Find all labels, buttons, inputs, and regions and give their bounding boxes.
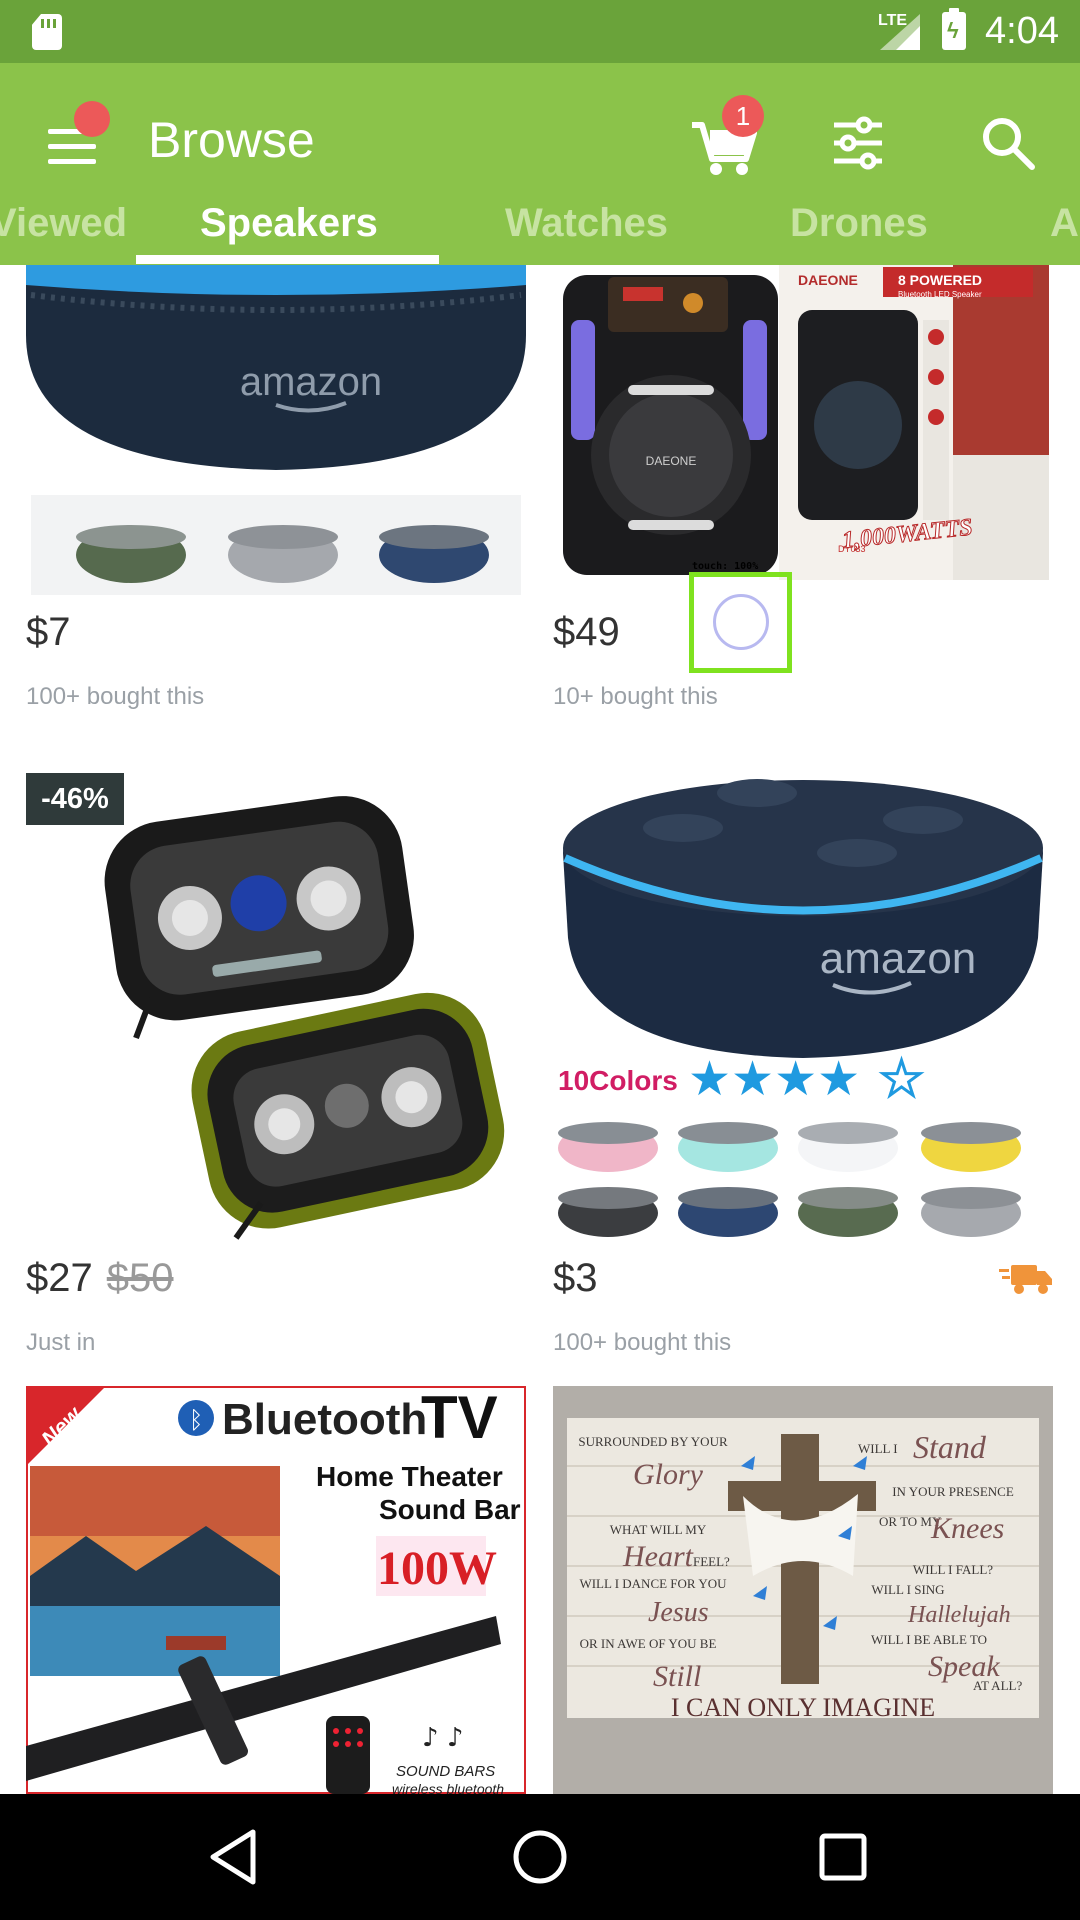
price-current: $7 (26, 610, 71, 654)
search-icon (983, 118, 1035, 170)
echo-brand: amazon (820, 934, 977, 983)
network-type: LTE (878, 12, 908, 29)
bluetooth-label: Bluetooth (222, 1395, 427, 1444)
price-original: $50 (106, 1256, 174, 1300)
svg-text:ᛒ: ᛒ (189, 1406, 203, 1434)
power-label: 100W (377, 1542, 497, 1595)
category-tabs: Viewed Speakers Watches Drones A (0, 183, 1080, 265)
canvas-l2: Glory (633, 1458, 704, 1491)
box-brand: DAEONE (798, 272, 858, 288)
product-card[interactable]: amazon 10Colors ★★★★ ★ $3 100+ bought th… (553, 773, 1053, 1363)
product-meta: Just in (26, 1329, 96, 1356)
canvas-r7: WILL I SING (871, 1582, 944, 1597)
canvas-r9: WILL I BE ABLE TO (871, 1632, 987, 1647)
truck-icon (999, 1265, 1052, 1294)
tab-viewed[interactable]: Viewed (0, 201, 127, 246)
touch-indicator-circle (713, 594, 769, 650)
product-price: $3 (553, 1256, 598, 1301)
status-bar: LTE ϟ 4:04 (0, 0, 1080, 63)
canvas-l3: WHAT WILL MY (610, 1522, 707, 1537)
sound-bar-label: Sound Bar (379, 1494, 521, 1525)
canvas-r6: WILL I FALL? (913, 1562, 993, 1577)
svg-text:★★★★: ★★★★ (688, 1051, 860, 1107)
touch-indicator-label: touch: 100% (692, 561, 759, 572)
discount-badge: -46% (26, 773, 124, 825)
canvas-r8: Hallelujah (907, 1602, 1011, 1628)
canvas-l9: Still (653, 1660, 701, 1693)
filter-icon (834, 116, 882, 170)
system-nav-bar (0, 1794, 1080, 1920)
product-meta: 100+ bought this (553, 1329, 732, 1356)
canvas-r2: Stand (913, 1429, 987, 1465)
echo-dot-colors-image: amazon 10Colors ★★★★ ★ (553, 773, 1053, 1253)
speaker-brand: DAEONE (646, 454, 697, 468)
sound-bars-label: SOUND BARS (396, 1763, 495, 1780)
canvas-l1: SURROUNDED BY YOUR (578, 1434, 728, 1449)
svg-text:★: ★ (880, 1051, 923, 1107)
product-card[interactable]: -46% $27 $50 Just in (26, 773, 526, 1363)
cart-count-badge: 1 (722, 95, 764, 137)
product-price: $7 (26, 610, 71, 655)
notification-dot (74, 101, 110, 137)
product-meta: 10+ bought this (553, 683, 718, 710)
product-price: $49 (553, 610, 620, 655)
active-tab-indicator (136, 255, 439, 264)
page-title: Browse (148, 112, 315, 168)
wireless-label: wireless bluetooth (392, 1781, 504, 1794)
canvas-r1: WILL I (858, 1441, 898, 1456)
svg-text:♪ ♪: ♪ ♪ (422, 1723, 463, 1753)
canvas-r11: AT ALL? (973, 1678, 1022, 1693)
party-speaker-image: DAEONE DAEONE 8 POWERED Bluetooth LED Sp… (553, 265, 1053, 595)
menu-icon-bar (48, 144, 96, 149)
home-icon[interactable] (507, 1824, 573, 1890)
canvas-l4: Heart (622, 1540, 694, 1573)
canvas-bottom: I CAN ONLY IMAGINE (671, 1693, 935, 1722)
faith-canvas-image: SURROUNDED BY YOUR Glory WHAT WILL MY He… (553, 1386, 1053, 1794)
tab-drones[interactable]: Drones (790, 201, 928, 246)
product-meta: 100+ bought this (26, 683, 205, 710)
product-card[interactable]: amazon $7 100+ bought this (26, 265, 526, 725)
tv-label: TV (421, 1386, 498, 1451)
back-icon[interactable] (203, 1824, 269, 1890)
screen: LTE ϟ 4:04 Browse 1 Viewed Speakers Watc… (0, 0, 1080, 1920)
canvas-l7: Jesus (648, 1597, 709, 1628)
battery-charging-icon: ϟ (942, 8, 966, 50)
app-toolbar: Browse 1 Viewed Speakers Watches Drones … (0, 63, 1080, 265)
portable-speakers-image (26, 773, 526, 1253)
canvas-l5: FEEL? (693, 1554, 730, 1569)
filter-button[interactable] (830, 113, 886, 173)
box-badge: 8 POWERED (898, 272, 982, 288)
price-current: $49 (553, 610, 620, 654)
product-price: $27 $50 (26, 1256, 174, 1301)
product-card[interactable]: DAEONE DAEONE 8 POWERED Bluetooth LED Sp… (553, 265, 1053, 725)
price-current: $3 (553, 1256, 598, 1300)
clock: 4:04 (985, 10, 1059, 52)
product-card[interactable]: SURROUNDED BY YOUR Glory WHAT WILL MY He… (553, 1386, 1053, 1794)
svg-text:amazon: amazon (240, 360, 382, 404)
soundbar-tv-image: New ᛒ Bluetooth TV Home Theater Sound Ba… (26, 1386, 526, 1794)
sd-card-icon (32, 14, 62, 50)
home-theater-label: Home Theater (316, 1461, 503, 1492)
amazon-echo-dot-image: amazon (26, 265, 526, 595)
menu-icon-bar (48, 159, 96, 164)
tab-watches[interactable]: Watches (505, 201, 668, 246)
canvas-l6: WILL I DANCE FOR YOU (579, 1576, 727, 1591)
canvas-l8: OR IN AWE OF YOU BE (580, 1636, 717, 1651)
colors-label: 10Colors (558, 1065, 678, 1096)
search-button[interactable] (978, 113, 1038, 173)
tab-more[interactable]: A (1050, 201, 1079, 246)
canvas-r5: Knees (930, 1512, 1004, 1545)
canvas-r3: IN YOUR PRESENCE (892, 1484, 1014, 1499)
price-current: $27 (26, 1256, 93, 1300)
recents-icon[interactable] (810, 1824, 876, 1890)
tab-speakers[interactable]: Speakers (200, 201, 378, 246)
product-card[interactable]: New ᛒ Bluetooth TV Home Theater Sound Ba… (26, 1386, 526, 1794)
box-badge-sub: Bluetooth LED Speaker (898, 290, 982, 299)
